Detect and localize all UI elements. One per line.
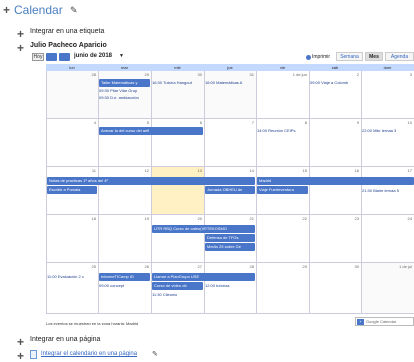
calendar-event[interactable]: Defensa de TFGs [205, 234, 255, 242]
expand-plus-icon[interactable]: + [17, 28, 24, 40]
calendar-event[interactable]: 09:30 Pilar Vilar Grup [99, 88, 150, 94]
calendar-owner-name: Julio Pacheco Aparicio [30, 42, 107, 49]
expand-plus-icon[interactable]: + [17, 42, 24, 54]
day-cell[interactable]: 8 [256, 119, 309, 167]
day-header: dom [361, 64, 414, 71]
day-header: mié [151, 64, 204, 71]
calendar-event[interactable]: Madrid [257, 177, 414, 185]
day-cell-today[interactable]: 13 [151, 167, 204, 215]
today-button[interactable]: Hoy [32, 53, 44, 61]
day-header: vie [256, 64, 309, 71]
edit-pencil-icon[interactable]: ✎ [152, 350, 158, 358]
prev-month-button[interactable] [46, 53, 57, 61]
day-cell[interactable]: 31 [204, 71, 256, 119]
day-cell[interactable]: 4 [46, 119, 98, 167]
expand-plus-icon[interactable]: + [3, 4, 10, 16]
day-cell[interactable]: 1 de jul [361, 263, 414, 314]
chevron-down-icon[interactable]: ▼ [119, 53, 124, 59]
calendar-event[interactable]: Medio 25 sobre Ge [205, 243, 255, 251]
day-cell[interactable]: 30 [309, 263, 361, 314]
document-icon [30, 350, 37, 359]
calendar-event[interactable]: 16:00 Matemáticas A [205, 80, 255, 86]
day-cell[interactable]: 16 [309, 167, 361, 215]
day-cell[interactable]: 20 [151, 215, 204, 263]
day-cell[interactable]: 19 [98, 215, 151, 263]
calendar-event[interactable]: UTR RBQ Curso de cateo(VETEKOSMO [152, 225, 255, 233]
day-header: mar [98, 64, 151, 71]
page-title[interactable]: Calendar [14, 3, 63, 17]
calendar-event[interactable]: Jornada OBHEU de [205, 186, 255, 194]
next-month-button[interactable] [59, 53, 70, 61]
day-cell[interactable]: 10 [361, 119, 414, 167]
day-cell[interactable]: 2 [309, 71, 361, 119]
tab-mes[interactable]: Mes [365, 52, 383, 61]
calendar-event[interactable]: Escribir a Pomaia [47, 186, 97, 194]
calendar-event[interactable]: Viaje Fuerteventura [257, 186, 308, 194]
calendar-event[interactable]: 11:30 Cileonio [152, 292, 203, 298]
day-header: sáb [309, 64, 361, 71]
day-cell[interactable]: 1 de jun [256, 71, 309, 119]
menu-item-integrar-pagina[interactable]: Integrar en una página [30, 336, 100, 343]
edit-pencil-icon[interactable]: ✎ [70, 5, 78, 16]
day-cell[interactable]: 3 [361, 71, 414, 119]
day-cell[interactable]: 29 [256, 263, 309, 314]
calendar-event[interactable]: Curso de vídeo ob [152, 282, 203, 290]
expand-plus-icon[interactable]: + [17, 350, 24, 362]
day-cell[interactable]: 9 [309, 119, 361, 167]
day-cell[interactable]: 18 [46, 215, 98, 263]
calendar-event[interactable]: Anexar la del curso del aefi [99, 127, 203, 135]
calendar-event[interactable]: 22:00 Mikr lernaa 3 [362, 128, 414, 134]
day-cell[interactable]: 22 [256, 215, 309, 263]
menu-item-integrar-etiqueta[interactable]: Integrar en una etiqueta [30, 28, 104, 35]
calendar-event[interactable]: 12:00 tutorías [205, 283, 255, 289]
calendar-event[interactable]: 21:30 Blaire lernaa 5 [362, 188, 414, 194]
calendar-event[interactable]: Taller Matemáticas y [99, 79, 150, 87]
day-cell[interactable]: 23 [309, 215, 361, 263]
print-link[interactable]: Imprimir [312, 54, 330, 60]
day-cell[interactable]: 30 [151, 71, 204, 119]
integrate-calendar-link[interactable]: Integrar el calendario en una página [41, 351, 137, 357]
tab-semana[interactable]: Semana [336, 52, 363, 61]
print-icon[interactable] [306, 55, 311, 60]
calendar-event[interactable]: 09:00 concept [99, 283, 150, 289]
expand-plus-icon[interactable]: + [17, 336, 24, 348]
day-cell[interactable]: 12 [98, 167, 151, 215]
month-label: junio de 2018 [74, 53, 113, 59]
calendar-event[interactable]: Notas de practicas 1º años del 4º [47, 177, 255, 185]
day-cell[interactable]: 25 [46, 263, 98, 314]
month-calendar: lun mar mié jue vie sáb dom 28 29 30 31 … [46, 64, 414, 314]
calendar-event[interactable]: 16:30 Tutoría Hangout [152, 80, 203, 86]
day-cell[interactable]: 28 [46, 71, 98, 119]
calendar-event[interactable]: 11:00 Evaluación 2 c [47, 274, 97, 280]
calendar-event[interactable]: InformeTICamp ID [99, 273, 150, 281]
google-calendar-label: Google Calendar [366, 319, 397, 324]
calendar-event[interactable]: 09:00 Viaje a Colomb [310, 80, 360, 86]
day-header: lun [46, 64, 98, 71]
day-cell[interactable]: 24 [361, 215, 414, 263]
timezone-note: Los eventos se muestran en la zona horar… [46, 321, 139, 326]
day-header: jue [204, 64, 256, 71]
tab-agenda[interactable]: Agenda [385, 52, 414, 61]
google-calendar-button[interactable]: + Google Calendar [355, 317, 414, 326]
calendar-event[interactable]: 14:00 Reunión CEIPs [257, 128, 308, 134]
calendar-event[interactable]: Llamar a PlanGrupo USE [152, 273, 255, 281]
day-cell[interactable]: 7 [204, 119, 256, 167]
calendar-event[interactable]: 09:30 D.e. ambiacción [99, 95, 150, 101]
google-calendar-plus-icon: + [357, 319, 364, 325]
